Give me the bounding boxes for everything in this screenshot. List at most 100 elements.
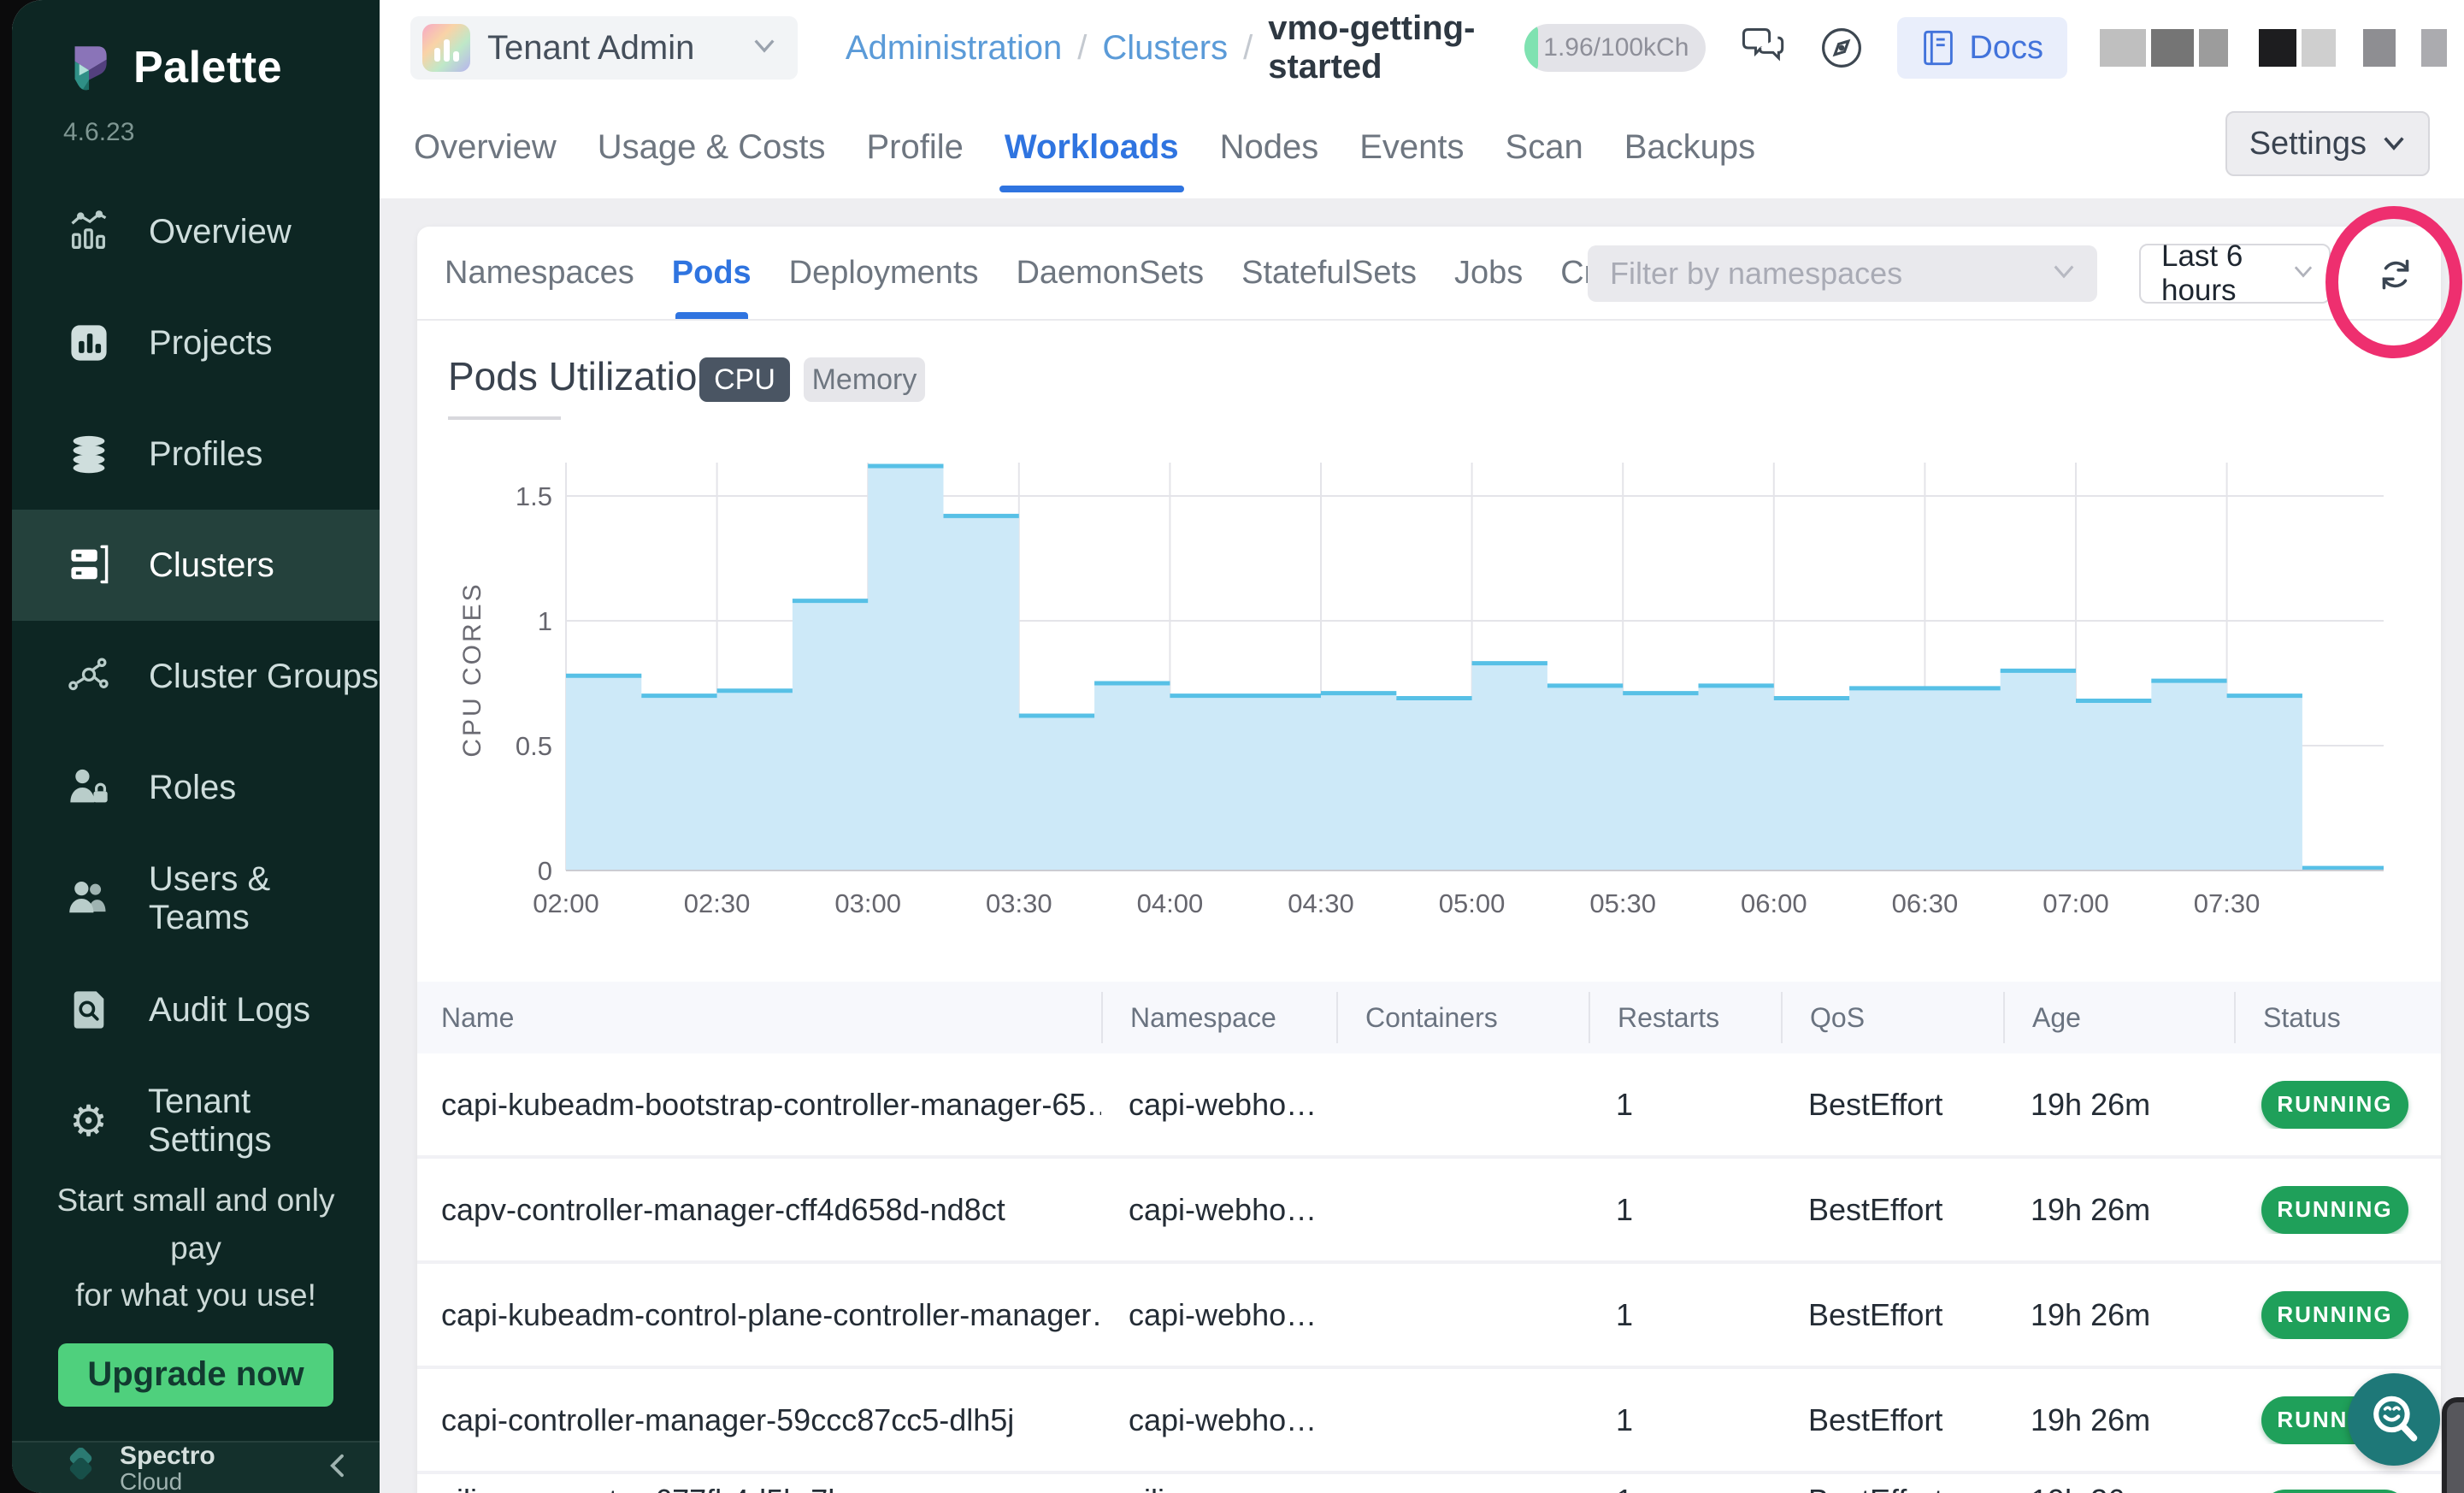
col-header-qos[interactable]: QoS xyxy=(1781,992,2003,1043)
status-badge: RUNNING xyxy=(2261,1490,2408,1493)
sidebar-item-cluster-groups[interactable]: Cluster Groups xyxy=(12,621,380,732)
breadcrumb-separator: / xyxy=(1243,29,1253,68)
pod-age: 19h 26m xyxy=(2003,1297,2234,1333)
col-header-restarts[interactable]: Restarts xyxy=(1589,992,1781,1043)
scrollbar-thumb[interactable] xyxy=(2442,1397,2464,1493)
audit-log-magnifier-icon xyxy=(65,986,113,1034)
cpu-toggle-button[interactable]: CPU xyxy=(699,357,790,402)
col-header-containers[interactable]: Containers xyxy=(1336,992,1589,1043)
sidebar-item-label: Roles xyxy=(149,769,236,807)
subtab-jobs[interactable]: Jobs xyxy=(1454,227,1523,319)
compass-tour-icon[interactable] xyxy=(1819,25,1865,71)
pod-restarts: 1 xyxy=(1589,1402,1781,1438)
projects-icon xyxy=(65,319,113,367)
sidebar-item-overview[interactable]: Overview xyxy=(12,176,380,287)
pod-namespace: capi-webho… xyxy=(1101,1297,1336,1333)
svg-text:CPU CORES: CPU CORES xyxy=(458,581,486,757)
sidebar-item-label: Projects xyxy=(149,324,273,363)
workloads-content: Namespaces Pods Deployments DaemonSets S… xyxy=(380,198,2464,1493)
svg-text:04:00: 04:00 xyxy=(1137,888,1204,918)
table-row[interactable]: capi-controller-manager-59ccc87cc5-dlh5j… xyxy=(417,1369,2441,1474)
memory-toggle-button[interactable]: Memory xyxy=(804,357,925,402)
tab-events[interactable]: Events xyxy=(1359,128,1464,167)
chevron-down-icon xyxy=(753,38,775,58)
tab-scan[interactable]: Scan xyxy=(1506,128,1583,167)
table-row[interactable]: capv-controller-manager-cff4d658d-nd8ct … xyxy=(417,1159,2441,1264)
sidebar-collapse-chevron[interactable] xyxy=(327,1453,349,1483)
upgrade-promo: Start small and only pay for what you us… xyxy=(12,1177,380,1441)
tab-nodes[interactable]: Nodes xyxy=(1220,128,1319,167)
users-icon xyxy=(65,875,113,923)
docs-label: Docs xyxy=(1969,30,2043,67)
network-graph-icon xyxy=(65,652,113,700)
sidebar-item-roles[interactable]: Roles xyxy=(12,732,380,843)
chart-section-title: Pods Utilization xyxy=(448,353,719,399)
time-range-value: Last 6 hours xyxy=(2161,239,2279,308)
svg-text:03:30: 03:30 xyxy=(986,888,1052,918)
svg-text:05:00: 05:00 xyxy=(1439,888,1506,918)
svg-text:06:00: 06:00 xyxy=(1741,888,1807,918)
col-header-status[interactable]: Status xyxy=(2234,992,2441,1043)
sidebar-item-label: Cluster Groups xyxy=(149,658,379,696)
workload-subtab-bar: Namespaces Pods Deployments DaemonSets S… xyxy=(417,227,2441,321)
subtab-pods[interactable]: Pods xyxy=(672,227,752,319)
sidebar-item-clusters[interactable]: Clusters xyxy=(12,510,380,621)
usage-progress-sliver xyxy=(1524,24,1538,72)
col-header-age[interactable]: Age xyxy=(2003,992,2234,1043)
subtab-deployments[interactable]: Deployments xyxy=(789,227,979,319)
pod-namespace: capi-webho… xyxy=(1101,1192,1336,1228)
promo-line2: for what you use! xyxy=(75,1278,316,1313)
pods-utilization-chart: 00.511.502:0002:3003:0003:3004:0004:3005… xyxy=(426,440,2431,945)
settings-button[interactable]: Settings xyxy=(2225,111,2430,176)
col-header-namespace[interactable]: Namespace xyxy=(1101,992,1336,1043)
pod-name: capi-kubeadm-bootstrap-controller-manage… xyxy=(417,1087,1101,1123)
palette-logo[interactable]: Palette xyxy=(60,39,380,96)
tab-backups[interactable]: Backups xyxy=(1624,128,1755,167)
svg-text:1: 1 xyxy=(538,606,552,636)
status-badge: RUNNING xyxy=(2261,1081,2408,1129)
screenshot-root: Palette 4.6.23 Overview xyxy=(0,0,2464,1493)
namespace-filter-input[interactable]: Filter by namespaces xyxy=(1588,245,2097,302)
sidebar-item-audit-logs[interactable]: Audit Logs xyxy=(12,954,380,1065)
tab-overview[interactable]: Overview xyxy=(414,128,557,167)
docs-button[interactable]: Docs xyxy=(1897,17,2067,79)
redacted-user-info xyxy=(2100,29,2447,67)
subtab-daemonsets[interactable]: DaemonSets xyxy=(1016,227,1204,319)
sidebar-item-profiles[interactable]: Profiles xyxy=(12,398,380,510)
tab-profile[interactable]: Profile xyxy=(866,128,963,167)
svg-text:07:00: 07:00 xyxy=(2043,888,2109,918)
book-icon xyxy=(1921,29,1955,67)
table-row[interactable]: capi-kubeadm-control-plane-controller-ma… xyxy=(417,1264,2441,1369)
title-underline xyxy=(448,416,561,420)
upgrade-now-button[interactable]: Upgrade now xyxy=(58,1343,333,1407)
pod-namespace: capi-webho… xyxy=(1101,1402,1336,1438)
sidebar-item-users-teams[interactable]: Users & Teams xyxy=(12,843,380,954)
tenant-selector[interactable]: Tenant Admin xyxy=(410,16,798,80)
breadcrumb-current-cluster: vmo-getting-started xyxy=(1268,9,1524,86)
spectro-cloud-logo-icon xyxy=(60,1448,101,1489)
table-row[interactable]: capi-kubeadm-bootstrap-controller-manage… xyxy=(417,1053,2441,1159)
subtab-statefulsets[interactable]: StatefulSets xyxy=(1241,227,1417,319)
sidebar-item-label: Clusters xyxy=(149,546,274,585)
tab-usage-costs[interactable]: Usage & Costs xyxy=(598,128,826,167)
table-row-partial[interactable]: cilium-operator-677fb4d5b-7h… cilium… 1 … xyxy=(417,1474,2441,1493)
breadcrumb-administration[interactable]: Administration xyxy=(846,29,1062,68)
time-range-dropdown[interactable]: Last 6 hours xyxy=(2139,244,2331,304)
breadcrumb-clusters[interactable]: Clusters xyxy=(1102,29,1228,68)
cluster-tabbar: Overview Usage & Costs Profile Workloads… xyxy=(380,96,2464,198)
chat-feedback-icon[interactable] xyxy=(1738,26,1786,70)
pod-restarts: 1 xyxy=(1589,1192,1781,1228)
sidebar-item-label: Users & Teams xyxy=(149,860,380,937)
pods-table-header: Name Namespace Containers Restarts QoS A… xyxy=(417,982,2441,1053)
usage-quota-value: 1.96/100kCh xyxy=(1543,33,1689,62)
col-header-name[interactable]: Name xyxy=(417,992,1101,1043)
main-area: Tenant Admin Administration / Clusters /… xyxy=(380,0,2464,1493)
refresh-button[interactable] xyxy=(2370,251,2421,298)
subtab-namespaces[interactable]: Namespaces xyxy=(445,227,634,319)
support-chat-bubble[interactable] xyxy=(2348,1373,2440,1466)
sidebar-item-tenant-settings[interactable]: ⚙ Tenant Settings xyxy=(12,1065,380,1177)
sidebar-item-projects[interactable]: Projects xyxy=(12,287,380,398)
tab-workloads[interactable]: Workloads xyxy=(1005,128,1179,167)
svg-text:0.5: 0.5 xyxy=(516,731,552,761)
person-lock-icon xyxy=(65,764,113,811)
